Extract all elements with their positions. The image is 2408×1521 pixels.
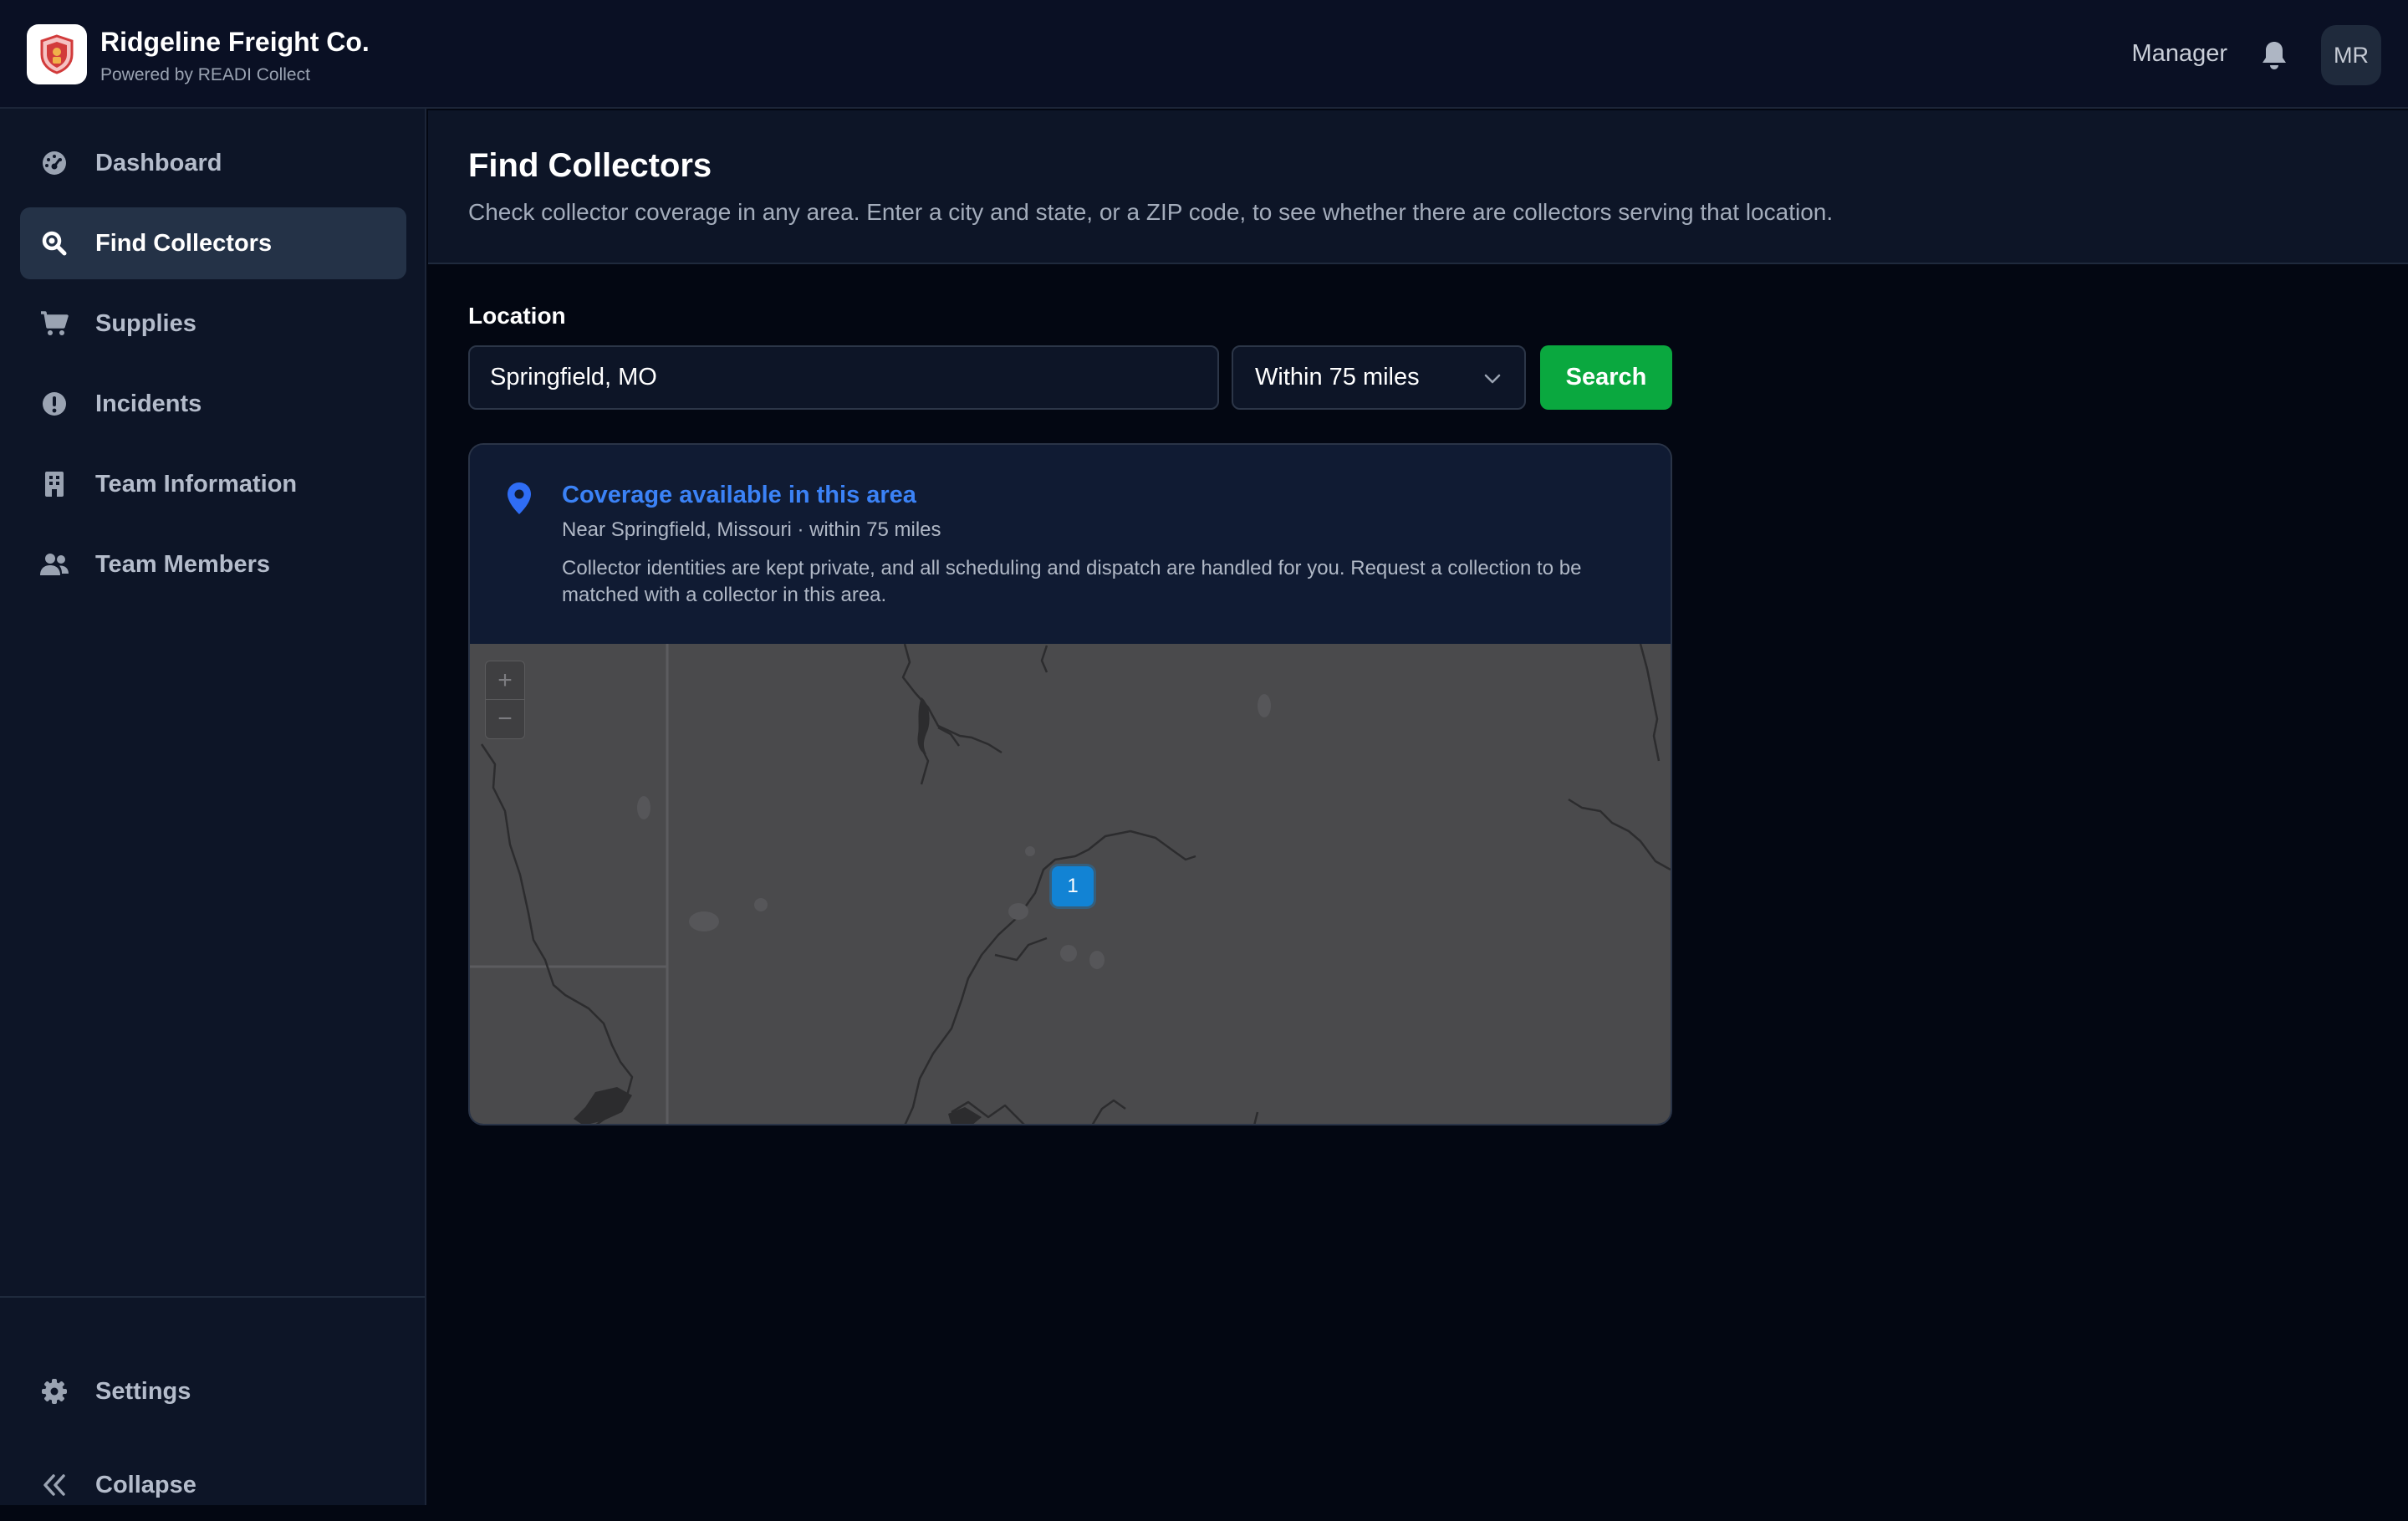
zoom-in-button[interactable]: + [486, 661, 524, 700]
coverage-note: Collector identities are kept private, a… [562, 557, 1582, 606]
sidebar-item-supplies[interactable]: Supplies [20, 288, 406, 360]
brand-subtitle: Powered by READI Collect [100, 65, 310, 84]
collector-cluster-marker[interactable]: 1 [1052, 866, 1094, 906]
sidebar-item-team-members[interactable]: Team Members [20, 528, 406, 600]
gear-icon [39, 1376, 69, 1406]
sidebar-item-label: Dashboard [95, 149, 222, 176]
building-icon [39, 469, 69, 499]
coverage-result-card: Coverage available in this area Near Spr… [468, 443, 1672, 1125]
page-description: Check collector coverage in any area. En… [468, 199, 1834, 225]
bell-icon [2263, 42, 2286, 69]
sidebar-item-label: Collapse [95, 1471, 196, 1498]
page-title: Find Collectors [468, 147, 712, 184]
double-chevron-left-icon [39, 1470, 69, 1500]
sidebar-item-find-collectors[interactable]: Find Collectors [20, 207, 406, 279]
sidebar-item-label: Find Collectors [95, 229, 273, 257]
sidebar-item-label: Incidents [95, 390, 202, 417]
brand-name: Ridgeline Freight Co. [100, 27, 370, 57]
cart-icon [39, 309, 69, 339]
coverage-subtitle: Near Springfield, Missouri · within 75 m… [562, 518, 941, 541]
coverage-map[interactable]: + − 1 [470, 644, 1671, 1124]
sidebar-item-label: Team Members [95, 550, 270, 578]
radius-select[interactable]: Within 75 miles [1232, 345, 1526, 410]
chevron-down-icon [1484, 374, 1501, 384]
map-zoom-control: + − [485, 661, 525, 739]
users-icon [39, 549, 69, 579]
coverage-title: Coverage available in this area [562, 482, 916, 508]
radius-selected-value: Within 75 miles [1255, 364, 1420, 390]
search-button[interactable]: Search [1540, 345, 1672, 410]
location-input[interactable] [468, 345, 1219, 410]
location-label: Location [468, 303, 566, 329]
sidebar: Dashboard Find Collectors Supplies Incid… [0, 109, 426, 1505]
sidebar-item-dashboard[interactable]: Dashboard [20, 127, 406, 199]
user-role: Manager [2131, 40, 2227, 67]
map-pin-icon [508, 482, 531, 514]
sidebar-item-settings[interactable]: Settings [20, 1355, 406, 1427]
search-icon [39, 228, 69, 258]
sidebar-item-incidents[interactable]: Incidents [20, 368, 406, 440]
dashboard-gauge-icon [39, 148, 69, 178]
notifications-button[interactable] [2258, 38, 2291, 72]
sidebar-item-label: Team Information [95, 470, 298, 498]
sidebar-collapse-button[interactable]: Collapse [20, 1449, 406, 1521]
sidebar-item-label: Settings [95, 1377, 191, 1405]
sidebar-item-team-information[interactable]: Team Information [20, 448, 406, 520]
alert-icon [39, 389, 69, 419]
sidebar-divider [0, 1296, 425, 1298]
shield-logo-icon [40, 34, 74, 74]
coverage-info: Coverage available in this area Near Spr… [470, 445, 1671, 644]
sidebar-item-label: Supplies [95, 309, 196, 337]
page-header: Find Collectors Check collector coverage… [428, 110, 2408, 264]
top-bar: Ridgeline Freight Co. Powered by READI C… [0, 0, 2408, 109]
zoom-out-button[interactable]: − [486, 700, 524, 738]
brand-logo[interactable] [27, 24, 87, 84]
avatar[interactable]: MR [2321, 25, 2381, 85]
